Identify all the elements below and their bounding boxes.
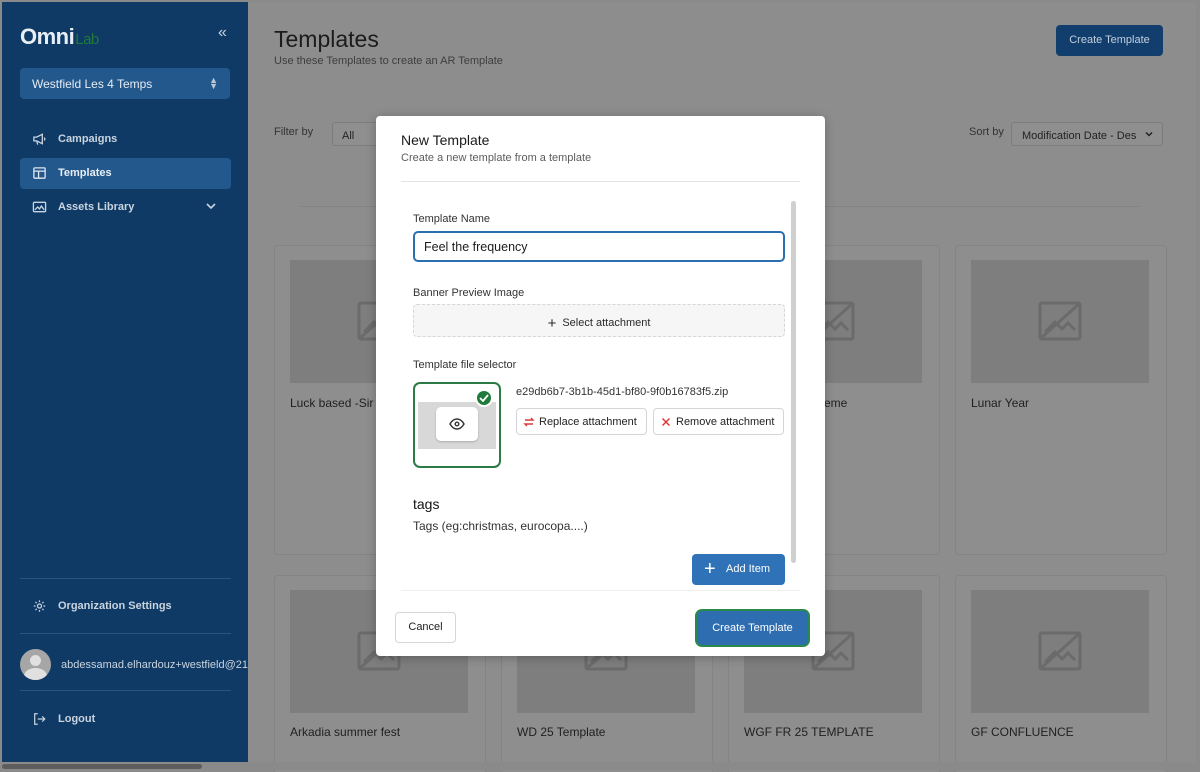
file-selector-label: Template file selector bbox=[413, 359, 517, 371]
select-attachment-label: Select attachment bbox=[562, 317, 651, 329]
create-template-button[interactable]: Create Template bbox=[1056, 25, 1163, 56]
template-card-title: Arkadia summer fest bbox=[290, 725, 401, 739]
page-title: Templates bbox=[274, 26, 379, 52]
sidebar-item-label: Campaigns bbox=[58, 133, 118, 145]
chevron-down-icon[interactable] bbox=[205, 200, 217, 212]
template-card-title: WGF FR 25 TEMPLATE bbox=[744, 725, 874, 739]
select-attachment-button[interactable]: + Select attachment bbox=[413, 304, 785, 337]
filter-label: Filter by bbox=[274, 126, 314, 138]
sidebar-item-label: Logout bbox=[58, 713, 96, 725]
new-template-modal: New Template Create a new template from … bbox=[376, 116, 825, 656]
remove-attachment-label: Remove attachment bbox=[676, 416, 775, 428]
scrollbar-thumb[interactable] bbox=[2, 764, 202, 769]
sidebar-item-assets-library[interactable]: Assets Library bbox=[20, 192, 231, 223]
horizontal-scrollbar[interactable] bbox=[2, 762, 1196, 770]
modal-scrollbar-thumb[interactable] bbox=[791, 201, 796, 563]
template-card[interactable]: GF CONFLUENCE bbox=[955, 575, 1167, 772]
remove-attachment-button[interactable]: Remove attachment bbox=[653, 408, 784, 435]
template-card-title: WD 25 Template bbox=[517, 725, 606, 739]
template-icon bbox=[33, 167, 46, 179]
template-card-title: Lunar Year bbox=[971, 396, 1030, 410]
page-subtitle: Use these Templates to create an AR Temp… bbox=[274, 55, 503, 67]
updown-chevron-icon: ▲ ▼ bbox=[209, 75, 218, 91]
plus-icon: + bbox=[704, 558, 716, 580]
check-icon bbox=[479, 394, 489, 402]
replace-icon bbox=[523, 417, 535, 427]
divider bbox=[20, 578, 231, 579]
template-thumbnail bbox=[971, 590, 1149, 713]
user-email: abdessamad.elhardouz+westfield@21f bbox=[61, 659, 250, 671]
modal-title: New Template bbox=[401, 132, 490, 148]
logout-icon bbox=[34, 713, 46, 725]
template-card-title: eme bbox=[824, 396, 848, 410]
sort-select[interactable]: Modification Date - Des bbox=[1011, 122, 1163, 146]
logo[interactable]: OmniLab bbox=[20, 24, 99, 50]
user-profile[interactable]: abdessamad.elhardouz+westfield@21f bbox=[20, 649, 250, 681]
logout-link[interactable]: Logout bbox=[20, 704, 231, 735]
sidebar-item-label: Organization Settings bbox=[58, 600, 172, 612]
template-card[interactable]: Lunar Year bbox=[955, 245, 1167, 555]
template-card-title: GF CONFLUENCE bbox=[971, 725, 1074, 739]
file-name: e29db6b7-3b1b-45d1-bf80-9f0b16783f5.zip bbox=[516, 386, 729, 398]
sidebar: OmniLab « Westfield Les 4 Temps ▲ ▼ Campa… bbox=[2, 2, 250, 762]
chevron-down-icon bbox=[1145, 131, 1153, 137]
replace-attachment-label: Replace attachment bbox=[539, 416, 637, 428]
add-item-button[interactable]: + Add Item bbox=[692, 554, 785, 585]
collapse-sidebar-icon[interactable]: « bbox=[218, 24, 227, 42]
create-template-submit-button[interactable]: Create Template bbox=[697, 611, 808, 645]
organization-name: Westfield Les 4 Temps bbox=[32, 77, 153, 91]
template-name-input[interactable] bbox=[413, 231, 785, 262]
modal-subtitle: Create a new template from a template bbox=[401, 152, 592, 164]
add-item-label: Add Item bbox=[726, 563, 771, 575]
sidebar-item-campaigns[interactable]: Campaigns bbox=[20, 124, 231, 155]
divider bbox=[401, 590, 800, 591]
image-placeholder-icon bbox=[1038, 631, 1082, 671]
template-card-title: Luck based -Sir bbox=[290, 396, 374, 410]
plus-icon: + bbox=[547, 315, 557, 332]
sidebar-item-label: Assets Library bbox=[58, 201, 135, 213]
selected-check bbox=[475, 389, 493, 407]
organization-settings-link[interactable]: Organization Settings bbox=[20, 591, 231, 622]
preview-button[interactable] bbox=[436, 407, 478, 441]
cancel-button[interactable]: Cancel bbox=[395, 612, 456, 643]
sort-value: Modification Date - Des bbox=[1022, 130, 1137, 142]
avatar bbox=[20, 649, 51, 680]
image-gallery-icon bbox=[32, 201, 47, 213]
close-icon bbox=[661, 417, 671, 427]
banner-preview-label: Banner Preview Image bbox=[413, 287, 525, 299]
logo-accent: Lab bbox=[75, 31, 99, 48]
tags-heading: tags bbox=[413, 496, 440, 512]
image-placeholder-icon bbox=[1038, 301, 1082, 341]
sidebar-item-templates[interactable]: Templates bbox=[20, 158, 231, 189]
divider bbox=[20, 690, 231, 691]
megaphone-icon bbox=[33, 133, 46, 145]
replace-attachment-button[interactable]: Replace attachment bbox=[516, 408, 647, 435]
template-name-label: Template Name bbox=[413, 213, 491, 225]
divider bbox=[20, 633, 231, 634]
template-thumbnail bbox=[971, 260, 1149, 383]
eye-icon bbox=[449, 418, 465, 430]
divider bbox=[401, 181, 800, 182]
logo-main: Omni bbox=[20, 24, 75, 49]
gear-icon bbox=[33, 600, 46, 612]
sidebar-item-label: Templates bbox=[58, 167, 112, 179]
sort-label: Sort by bbox=[969, 126, 1004, 138]
template-file-preview[interactable] bbox=[413, 382, 501, 468]
tags-hint: Tags (eg:christmas, eurocopa....) bbox=[413, 519, 588, 533]
organization-select[interactable]: Westfield Les 4 Temps ▲ ▼ bbox=[20, 68, 230, 99]
